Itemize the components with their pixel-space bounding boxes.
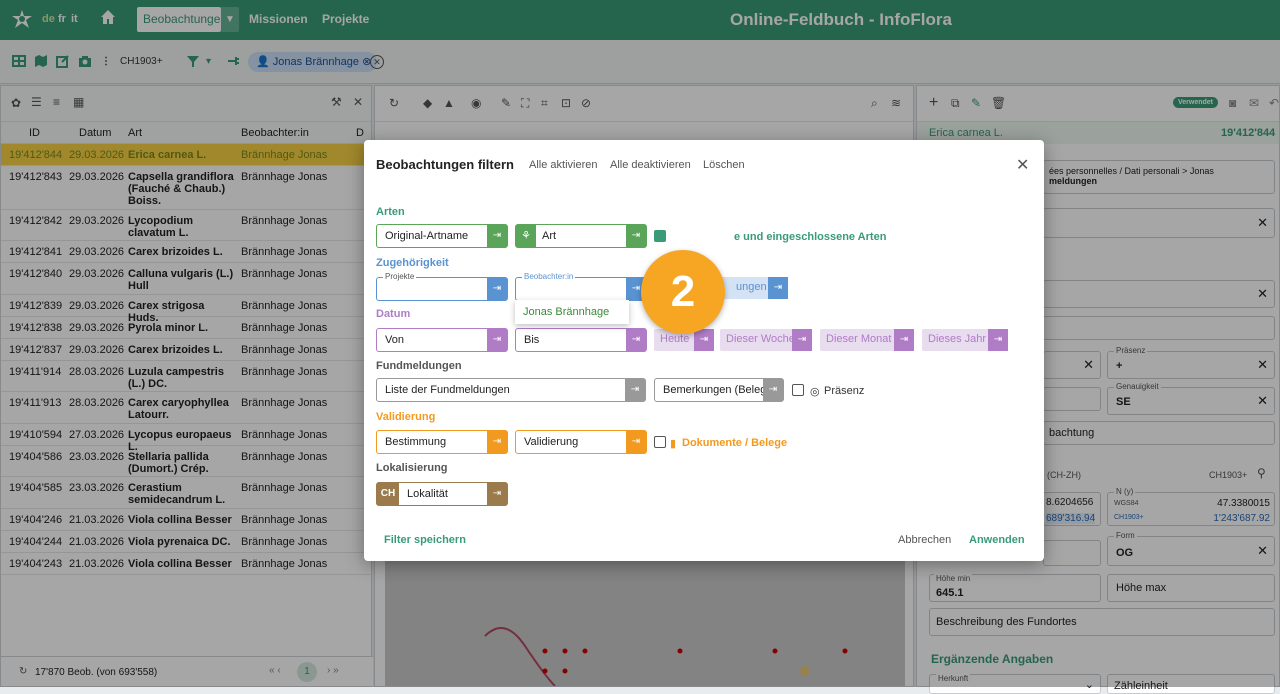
pin-icon-1[interactable]: ⇥ [487,225,507,247]
bestimmung-label: Bestimmung [385,436,447,448]
pin-icon-12[interactable]: ⇥ [625,379,645,401]
woche-button[interactable]: Dieser Woche ⇥ [720,329,812,351]
von-label: Von [385,334,404,346]
praesenz-checkbox[interactable] [792,384,804,396]
monat-button[interactable]: Dieser Monat ⇥ [820,329,914,351]
von-field[interactable]: Von ⇥ [376,328,508,352]
beobachter-field[interactable]: Beobachter:in ⇥ [515,272,647,301]
pin-icon-13[interactable]: ⇥ [763,379,783,401]
pin-icon-8[interactable]: ⇥ [694,329,714,351]
dialog-title: Beobachtungen filtern [376,157,514,172]
pin-icon-3[interactable]: ⇥ [487,278,507,300]
eye-icon: ◎ [810,386,820,398]
activate-all-link[interactable]: Alle aktivieren [529,159,597,171]
section-lokalisierung: Lokalisierung [376,462,448,474]
include-species-label: e und eingeschlossene Arten [734,231,887,243]
pin-icon-5[interactable]: ⇥ [768,277,788,299]
jahr-label: Dieses Jahr [928,333,987,345]
pin-icon-11[interactable]: ⇥ [988,329,1008,351]
apply-button[interactable]: Anwenden [969,534,1025,546]
art-filter-field[interactable]: ⚘ Art ⇥ [515,224,647,248]
save-filter-button[interactable]: Filter speichern [384,534,466,546]
lokalitaet-field[interactable]: CH Lokalität ⇥ [376,482,508,506]
document-icon: ▮ [670,438,677,450]
observer-suggestion[interactable]: Jonas Brännhage [515,300,629,324]
lokalitaet-label: Lokalität [407,488,448,500]
include-species-checkbox[interactable] [654,230,666,242]
meldungen-button[interactable]: ungen ⇥ [714,277,788,299]
section-zugehoerigkeit: Zugehörigkeit [376,257,449,269]
dokumente-label: Dokumente / Belege [682,437,788,449]
original-artname-field[interactable]: Original-Artname ⇥ [376,224,508,248]
monat-label: Dieser Monat [826,333,892,345]
praesenz-checkbox-label: Präsenz [824,385,865,397]
projekte-field[interactable]: Projekte ⇥ [376,272,508,301]
cancel-button[interactable]: Abbrechen [898,534,951,546]
bis-label: Bis [524,334,540,346]
liste-label: Liste der Fundmeldungen [385,384,510,396]
delete-link[interactable]: Löschen [703,159,745,171]
bemerkungen-label: Bemerkungen (Beleg) [663,384,771,396]
bis-field[interactable]: Bis ⇥ [515,328,647,352]
heute-label: Heute [660,333,690,345]
validierung-label: Validierung [524,436,579,448]
art-filter-label: Art [542,230,557,242]
original-artname-label: Original-Artname [385,230,469,242]
bemerkungen-field[interactable]: Bemerkungen (Beleg) ⇥ [654,378,784,402]
deactivate-all-link[interactable]: Alle deaktivieren [610,159,691,171]
plant-icon: ⚘ [516,225,536,247]
pin-icon-2[interactable]: ⇥ [626,225,646,247]
beobachter-label: Beobachter:in [522,272,576,281]
pin-icon-16[interactable]: ⇥ [487,483,507,505]
ch-badge: CH [377,483,399,505]
dokumente-checkbox[interactable] [654,436,666,448]
bestimmung-field[interactable]: Bestimmung ⇥ [376,430,508,454]
close-icon[interactable]: ✕ [1016,155,1029,175]
section-datum: Datum [376,308,411,320]
pin-icon-10[interactable]: ⇥ [894,329,914,351]
pin-icon-14[interactable]: ⇥ [487,431,507,453]
pin-icon-6[interactable]: ⇥ [487,329,507,351]
jahr-button[interactable]: Dieses Jahr ⇥ [922,329,1008,351]
step-badge: 2 [641,250,725,334]
filter-dialog: Beobachtungen filtern Alle aktivieren Al… [364,140,1044,561]
projekte-label: Projekte [383,272,417,281]
liste-field[interactable]: Liste der Fundmeldungen ⇥ [376,378,646,402]
section-validierung: Validierung [376,411,436,423]
meldungen-label: ungen [736,281,767,293]
section-fundmeldungen: Fundmeldungen [376,360,462,372]
woche-label: Dieser Woche [726,333,795,345]
pin-icon-7[interactable]: ⇥ [626,329,646,351]
pin-icon-15[interactable]: ⇥ [626,431,646,453]
validierung-field[interactable]: Validierung ⇥ [515,430,647,454]
pin-icon-9[interactable]: ⇥ [792,329,812,351]
section-arten: Arten [376,206,405,218]
